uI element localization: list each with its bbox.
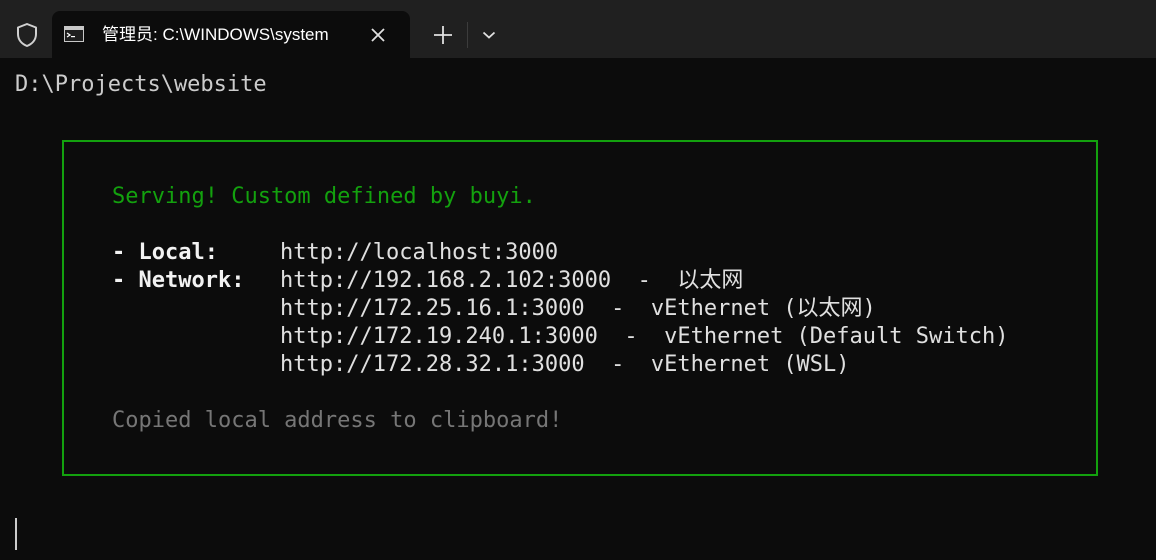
network-label: - Network:	[112, 268, 245, 293]
network-address: http://172.28.32.1:3000 - vEthernet (WSL…	[280, 352, 850, 377]
cmd-icon	[64, 26, 84, 42]
copied-message: Copied local address to clipboard!	[112, 408, 563, 433]
network-address: http://172.19.240.1:3000 - vEthernet (De…	[280, 324, 1009, 349]
plus-icon[interactable]	[430, 22, 456, 48]
serving-message: Serving! Custom defined by buyi.	[112, 184, 536, 209]
terminal-output[interactable]: D:\Projects\website Serving! Custom defi…	[0, 58, 1156, 560]
local-label: - Local:	[112, 240, 218, 265]
title-bar: 管理员: C:\WINDOWS\system	[0, 0, 1156, 58]
tab-title: 管理员: C:\WINDOWS\system	[102, 25, 329, 44]
text-cursor	[15, 518, 17, 550]
titlebar-divider	[467, 22, 468, 48]
chevron-down-icon[interactable]	[478, 24, 500, 46]
prompt-path: D:\Projects\website	[15, 72, 267, 97]
shield-icon	[12, 20, 42, 50]
terminal-tab[interactable]: 管理员: C:\WINDOWS\system	[52, 11, 410, 58]
local-url: http://localhost:3000	[280, 240, 559, 265]
close-icon[interactable]	[367, 24, 389, 46]
network-address: http://192.168.2.102:3000 - 以太网	[280, 268, 744, 293]
terminal-window: 管理员: C:\WINDOWS\system D:\Projects\websi…	[0, 0, 1156, 560]
network-address: http://172.25.16.1:3000 - vEthernet (以太网…	[280, 296, 876, 321]
